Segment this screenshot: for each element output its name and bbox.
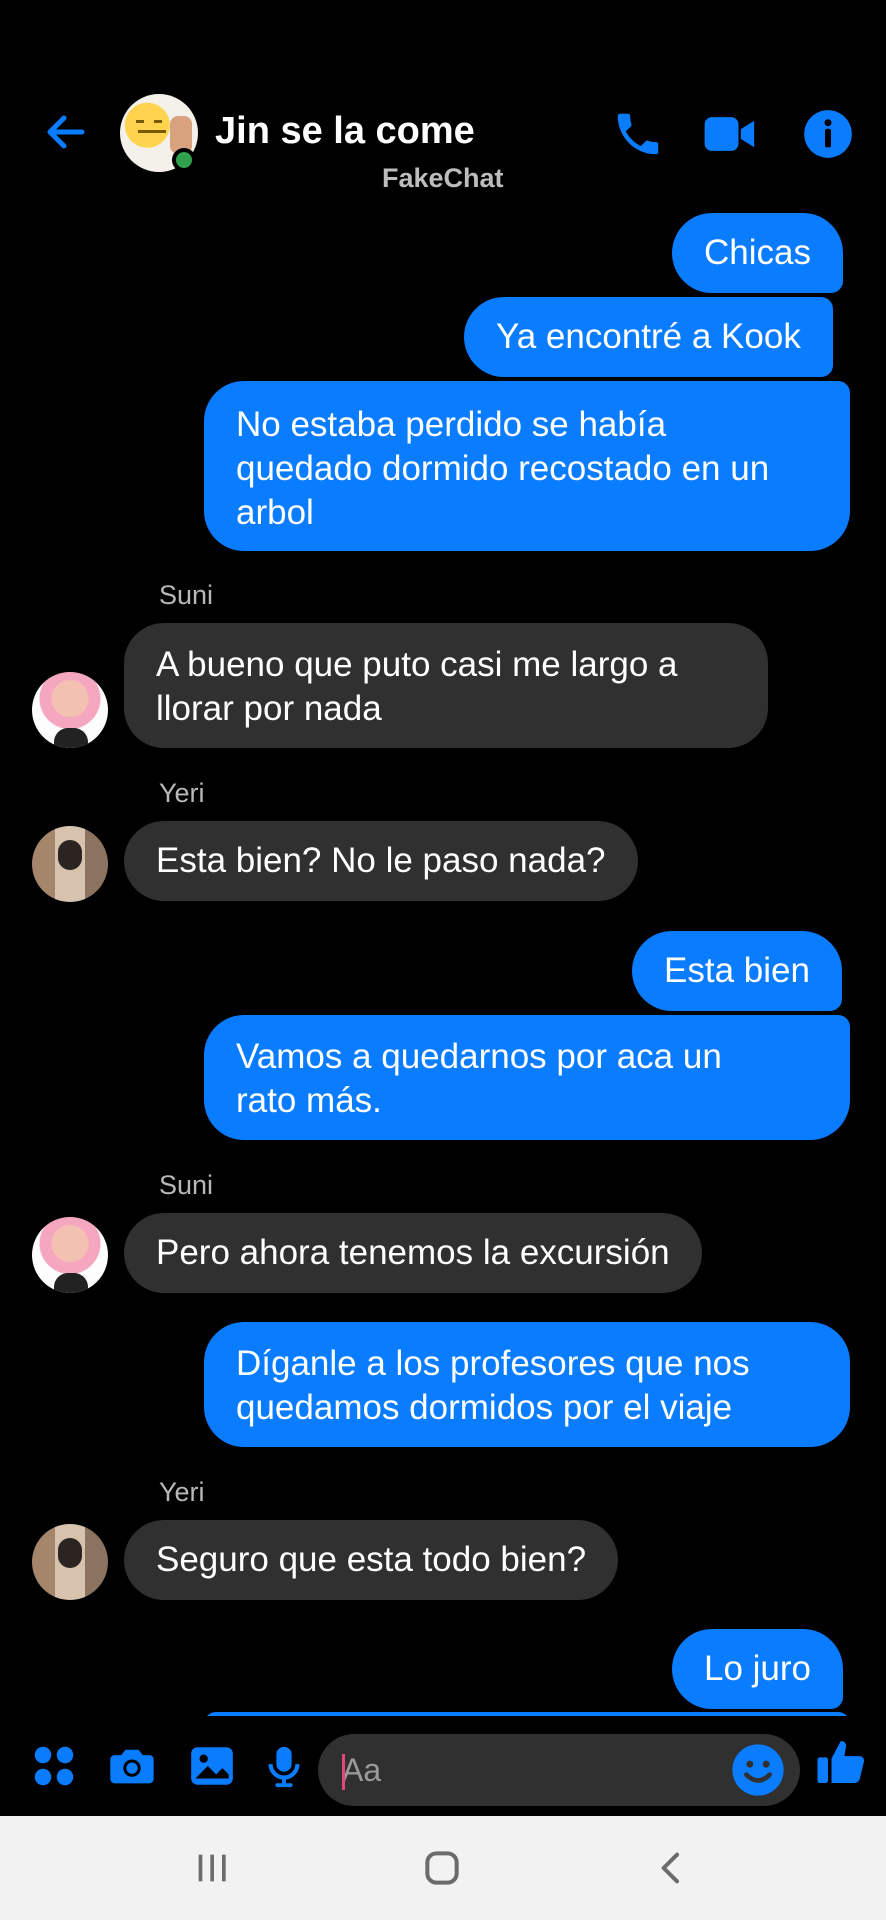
image-icon xyxy=(191,1747,233,1785)
message-text-line: quedado dormido recostado en un xyxy=(236,449,770,488)
gallery-button[interactable] xyxy=(184,1738,240,1794)
back-nav-button[interactable] xyxy=(642,1838,702,1898)
message-bubble-incoming[interactable]: Esta bien? No le paso nada? xyxy=(124,821,638,901)
arrow-left-icon xyxy=(47,115,85,149)
info-icon xyxy=(804,110,852,158)
message-text-line: arbol xyxy=(236,493,314,532)
message-composer xyxy=(0,1716,886,1816)
message-text: Esta bien? No le paso nada? xyxy=(156,841,606,880)
system-navigation-bar xyxy=(0,1816,886,1920)
chat-subtitle: FakeChat xyxy=(382,163,504,193)
message-text-line: A bueno que puto casi me largo a xyxy=(156,645,678,684)
avatar[interactable] xyxy=(32,826,108,902)
message-bubble-outgoing[interactable]: Chicas xyxy=(672,213,843,293)
avatar-eye xyxy=(154,120,162,123)
thumbs-up-icon xyxy=(817,1741,865,1783)
message-bubble-outgoing[interactable]: Ya encontré a Kook xyxy=(464,297,833,377)
recent-apps-icon xyxy=(198,1854,226,1882)
message-text-line: No estaba perdido se había xyxy=(236,405,667,444)
message-bubble-incoming[interactable]: Pero ahora tenemos la excursión xyxy=(124,1213,702,1293)
recent-apps-button[interactable] xyxy=(182,1838,242,1898)
messenger-chat-screen: Jin se la come FakeChat Chicas Ya encont… xyxy=(0,0,886,1920)
message-text: Pero ahora tenemos la excursión xyxy=(156,1233,670,1272)
message-bubble-incoming[interactable]: A bueno que puto casi me largo a llorar … xyxy=(124,623,768,748)
message-text: Seguro que esta todo bien? xyxy=(156,1540,587,1579)
message-bubble-incoming[interactable]: Seguro que esta todo bien? xyxy=(124,1520,619,1600)
avatar[interactable] xyxy=(32,1217,108,1293)
sender-name: Suni xyxy=(159,1170,214,1200)
avatar-mouth xyxy=(138,130,166,133)
home-button[interactable] xyxy=(412,1838,472,1898)
sender-name: Yeri xyxy=(159,1477,205,1507)
avatar[interactable] xyxy=(32,672,108,748)
info-button[interactable] xyxy=(798,104,858,164)
message-text: Esta bien xyxy=(664,951,810,990)
message-text-line: llorar por nada xyxy=(156,689,382,728)
message-text-line: quedamos dormidos por el viaje xyxy=(236,1388,733,1427)
message-text: Ya encontré a Kook xyxy=(496,317,801,356)
message-bubble-outgoing[interactable]: Vamos a quedarnos por aca un rato más. xyxy=(204,1015,850,1140)
chat-title[interactable]: Jin se la come xyxy=(215,110,475,153)
emoji-button[interactable] xyxy=(730,1742,786,1798)
message-bubble-outgoing[interactable]: No estaba perdido se había quedado dormi… xyxy=(204,381,850,551)
message-text: Chicas xyxy=(704,233,811,272)
avatar[interactable] xyxy=(32,1524,108,1600)
text-caret xyxy=(342,1754,345,1790)
call-button[interactable] xyxy=(608,104,668,164)
camera-button[interactable] xyxy=(104,1738,160,1794)
microphone-icon xyxy=(268,1746,300,1788)
message-text-line: Díganle a los profesores que nos xyxy=(236,1344,750,1383)
phone-icon xyxy=(617,113,659,155)
message-text: Lo juro xyxy=(704,1649,812,1688)
more-actions-button[interactable] xyxy=(26,1738,82,1794)
message-text-line: Vamos a quedarnos por aca un xyxy=(236,1037,722,1076)
message-bubble-outgoing[interactable]: Lo juro xyxy=(672,1629,844,1709)
camera-icon xyxy=(110,1749,154,1784)
chevron-left-icon xyxy=(661,1852,679,1884)
message-text-line: rato más. xyxy=(236,1081,382,1120)
voice-message-button[interactable] xyxy=(256,1738,312,1794)
chat-header: Jin se la come FakeChat xyxy=(0,0,886,205)
online-status-dot xyxy=(172,148,196,172)
avatar-eye xyxy=(136,120,144,123)
sender-name: Yeri xyxy=(159,778,205,808)
back-button[interactable] xyxy=(38,104,94,160)
video-call-button[interactable] xyxy=(700,104,760,164)
message-bubble-outgoing[interactable]: Esta bien xyxy=(632,931,842,1011)
four-dots-icon xyxy=(34,1746,74,1786)
message-input[interactable] xyxy=(318,1734,800,1806)
sender-name: Suni xyxy=(159,580,214,610)
video-camera-icon xyxy=(704,117,755,151)
home-icon xyxy=(425,1851,459,1885)
message-bubble-outgoing[interactable]: Díganle a los profesores que nos quedamo… xyxy=(204,1322,850,1447)
like-button[interactable] xyxy=(814,1734,870,1790)
smiley-icon xyxy=(732,1744,784,1796)
